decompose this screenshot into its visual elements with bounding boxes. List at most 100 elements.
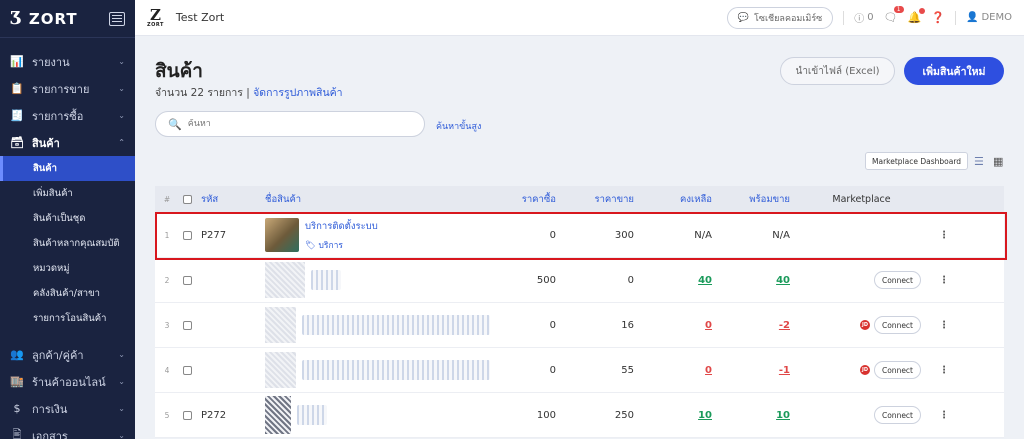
product-code: P272 (201, 409, 227, 421)
bell-icon[interactable]: 🔔 (908, 8, 926, 24)
table-row[interactable]: 3 0 16 0 -2 JD Connect ⋮ (155, 303, 1004, 348)
store-name[interactable]: Test Zort (176, 11, 224, 24)
sidebar-subitem-variants[interactable]: สินค้าหลากคุณสมบัติ (0, 231, 135, 256)
stock-value[interactable]: 0 (705, 365, 712, 376)
stock-value[interactable]: 10 (698, 410, 712, 421)
row-checkbox[interactable] (179, 320, 195, 330)
row-checkbox[interactable] (179, 275, 195, 285)
available-value[interactable]: 40 (776, 275, 790, 286)
row-checkbox[interactable] (179, 410, 195, 420)
sidebar-item-documents[interactable]: 🖹 เอกสาร ⌄ (0, 422, 135, 439)
blurred-name (311, 270, 341, 290)
sidebar: Ʒ ZORT 📊 รายงาน ⌄ 📋 รายการขาย ⌄ 🧾 รายการซื้อ ⌄ … (0, 0, 135, 439)
header-buy-price[interactable]: ราคาซื้อ (490, 192, 568, 207)
table-row[interactable]: 5 P272 100 250 10 10 Connect ⋮ (155, 393, 1004, 438)
blurred-name (301, 360, 490, 380)
more-options-icon[interactable]: ⋮ (929, 275, 959, 286)
table-row[interactable]: 1 P277 บริการติดตั้งระบบ 🏷 บริการ 0 300 … (155, 213, 1004, 258)
product-name-link[interactable]: บริการติดตั้งระบบ (305, 219, 378, 234)
blurred-thumbnail (265, 307, 296, 343)
sidebar-item-online-store[interactable]: 🏬 ร้านค้าออนไลน์ ⌄ (0, 368, 135, 395)
chat-icon: 💬 (737, 12, 750, 23)
header-code[interactable]: รหัส (195, 192, 265, 207)
sidebar-item-sales[interactable]: 📋 รายการขาย ⌄ (0, 75, 135, 102)
available-value[interactable]: -2 (779, 320, 790, 331)
connect-button[interactable]: Connect (873, 271, 921, 289)
sidebar-item-purchases[interactable]: 🧾 รายการซื้อ ⌄ (0, 102, 135, 129)
stock-value[interactable]: 40 (698, 275, 712, 286)
buy-price: 500 (536, 274, 556, 286)
header-sell-price[interactable]: ราคาขาย (568, 192, 646, 207)
page-title: สินค้า (155, 60, 203, 82)
available-value: N/A (772, 229, 790, 241)
more-options-icon[interactable]: ⋮ (929, 410, 959, 421)
sidebar-subitem-categories[interactable]: หมวดหมู่ (0, 256, 135, 281)
connect-button[interactable]: Connect (873, 361, 921, 379)
stock-value[interactable]: 0 (705, 320, 712, 331)
list-view-icon[interactable]: ☰ (974, 155, 984, 168)
sidebar-subitem-bundles[interactable]: สินค้าเป็นชุด (0, 206, 135, 231)
user-menu[interactable]: 👤 DEMO (966, 12, 1012, 23)
blurred-thumbnail (265, 352, 296, 388)
row-checkbox[interactable] (179, 230, 195, 240)
help-icon[interactable]: ❓ (931, 11, 945, 24)
tag-icon: 🏷 (305, 240, 316, 251)
more-options-icon[interactable]: ⋮ (929, 320, 959, 331)
table-row[interactable]: 4 0 55 0 -1 JD Connect ⋮ (155, 348, 1004, 393)
coin-icon: ⓘ (854, 14, 865, 25)
header-available[interactable]: พร้อมขาย (724, 192, 802, 207)
sidebar-subitem-transfers[interactable]: รายการโอนสินค้า (0, 306, 135, 331)
sell-price: 16 (621, 319, 634, 331)
row-checkbox[interactable] (179, 365, 195, 375)
import-excel-button[interactable]: นำเข้าไฟล์ (Excel) (780, 57, 895, 85)
available-value[interactable]: -1 (779, 365, 790, 376)
chart-icon: 📊 (10, 55, 24, 68)
sell-price: 250 (614, 409, 634, 421)
advanced-search-link[interactable]: ค้นหาขั้นสูง (436, 119, 481, 133)
marketplace-dashboard-button[interactable]: Marketplace Dashboard (865, 152, 969, 170)
sidebar-subitem-products[interactable]: สินค้า (0, 156, 135, 181)
header-stock[interactable]: คงเหลือ (646, 192, 724, 207)
search-input[interactable] (187, 119, 388, 129)
zort-logo[interactable]: Ʒ ZORT (10, 8, 78, 29)
zort-logo-icon: Ʒ (10, 8, 23, 29)
jd-marketplace-icon: JD (859, 320, 870, 330)
connect-button[interactable]: Connect (873, 316, 921, 334)
table-row[interactable]: 2 500 0 40 40 Connect ⋮ (155, 258, 1004, 303)
header-name[interactable]: ชื่อสินค้า (265, 192, 490, 207)
blurred-name (297, 405, 327, 425)
menu-collapse-icon[interactable] (109, 11, 125, 26)
available-value[interactable]: 10 (776, 410, 790, 421)
topbar-actions: 💬 โซเชียลคอมเมิร์ซ ⓘ 0 🗨 1 🔔 ❓ 👤 DEMO (726, 6, 1012, 29)
message-icon[interactable]: 🗨 1 (884, 6, 904, 24)
manage-images-link[interactable]: จัดการรูปภาพสินค้า (253, 87, 342, 99)
connect-button[interactable]: Connect (873, 406, 921, 424)
select-all-checkbox[interactable] (179, 195, 195, 204)
buy-price: 0 (549, 364, 556, 376)
chevron-down-icon: ⌄ (118, 404, 125, 413)
sidebar-subitem-warehouses[interactable]: คลังสินค้า/สาขา (0, 281, 135, 306)
add-product-button[interactable]: เพิ่มสินค้าใหม่ (904, 57, 1004, 85)
product-count: จำนวน 22 รายการ | จัดการรูปภาพสินค้า (155, 87, 343, 99)
more-options-icon[interactable]: ⋮ (929, 365, 959, 376)
products-table: # รหัส ชื่อสินค้า ราคาซื้อ ราคาขาย คงเหล… (155, 186, 1004, 438)
social-commerce-button[interactable]: 💬 โซเชียลคอมเมิร์ซ (726, 6, 834, 29)
chevron-down-icon: ⌄ (118, 111, 125, 120)
sell-price: 300 (614, 229, 634, 241)
notification-dot (919, 8, 926, 14)
sell-price: 55 (621, 364, 634, 376)
sidebar-item-customers[interactable]: 👥 ลูกค้า/คู่ค้า ⌄ (0, 341, 135, 368)
grid-view-icon[interactable]: ▦ (993, 155, 1003, 168)
receipt-icon: 🧾 (10, 109, 24, 122)
user-icon: 👤 (966, 12, 979, 23)
more-options-icon[interactable]: ⋮ (929, 230, 959, 241)
sidebar-item-reports[interactable]: 📊 รายงาน ⌄ (0, 48, 135, 75)
sidebar-item-products[interactable]: 🗃 สินค้า ⌃ (0, 129, 135, 156)
search-box: 🔍 (155, 111, 425, 137)
sidebar-item-finance[interactable]: $ การเงิน ⌄ (0, 395, 135, 422)
table-header: # รหัส ชื่อสินค้า ราคาซื้อ ราคาขาย คงเหล… (155, 186, 1004, 213)
sidebar-subitem-add-product[interactable]: เพิ่มสินค้า (0, 181, 135, 206)
credit-indicator[interactable]: ⓘ 0 (854, 10, 873, 25)
marketplace-cell: JD Connect (802, 316, 929, 334)
blurred-thumbnail (265, 396, 291, 434)
